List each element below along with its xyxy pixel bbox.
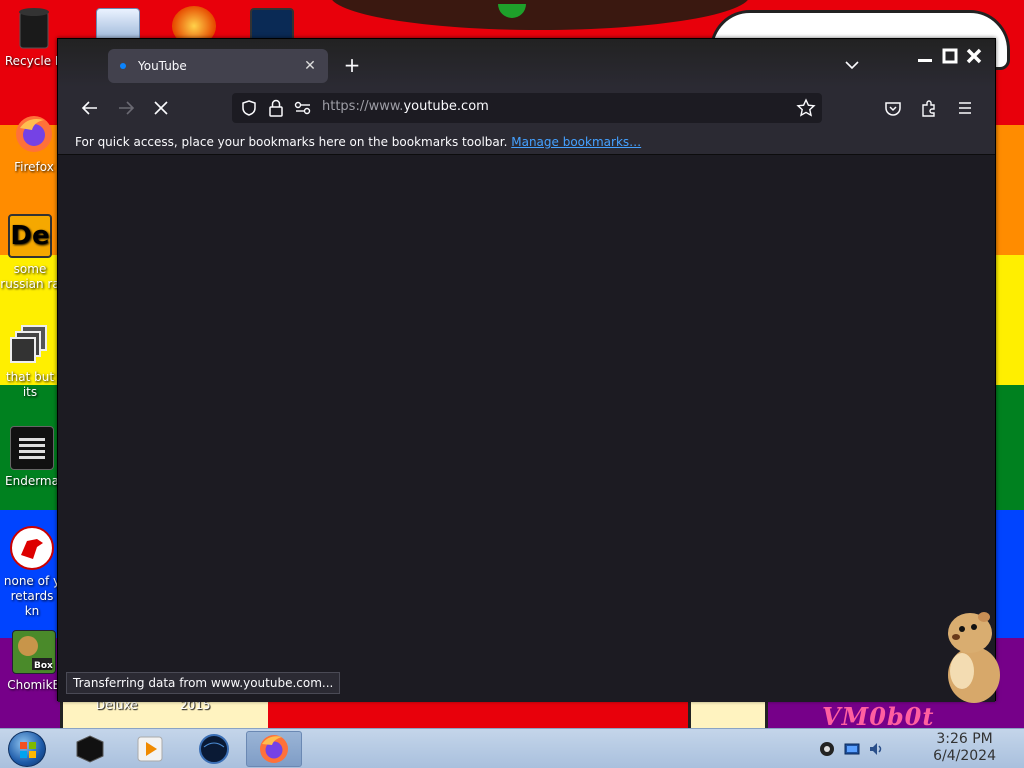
desktop-icon-label: none of y retards kn xyxy=(3,574,60,618)
browser-window: YouTube ✕ + https://www.youtube.com For … xyxy=(57,38,996,702)
extensions-button[interactable] xyxy=(915,95,943,121)
network-icon[interactable] xyxy=(844,741,860,757)
shield-icon[interactable] xyxy=(240,99,258,117)
tab-title: YouTube xyxy=(138,59,187,73)
desktop-icon-enderman[interactable]: Enderma xyxy=(2,426,62,489)
taskbar: 3:26 PM 6/4/2024 xyxy=(0,728,1024,768)
chevron-down-icon xyxy=(845,61,859,70)
star-icon[interactable] xyxy=(796,98,816,118)
manage-bookmarks-link[interactable]: Manage bookmarks… xyxy=(511,135,641,149)
permissions-icon[interactable] xyxy=(294,100,312,116)
wallpaper-shape xyxy=(688,698,768,728)
wallpaper-watermark: VM0b0t xyxy=(822,702,935,728)
desktop-icon-label: Firefox xyxy=(14,160,54,174)
url-prefix: https://www. xyxy=(322,99,404,114)
maximize-icon xyxy=(942,48,958,64)
wallpaper-shape xyxy=(60,698,270,728)
desktop-icon-label: Enderma xyxy=(5,474,59,488)
stop-loading-button[interactable] xyxy=(147,95,175,121)
text-file-icon xyxy=(10,426,54,470)
tray-app-icon[interactable] xyxy=(819,741,835,757)
arrow-right-icon xyxy=(119,101,135,115)
pocket-icon xyxy=(885,102,901,116)
hamster-mascot-image xyxy=(940,605,1006,705)
taskbar-app-firefox[interactable] xyxy=(246,731,302,767)
hamster-box-icon: Box xyxy=(12,630,56,674)
desktop-icon-chomikbox[interactable]: Box ChomikB xyxy=(4,630,64,693)
desktop-icon-firefox[interactable]: Firefox xyxy=(4,112,64,175)
taskbar-app-media-player[interactable] xyxy=(122,731,178,767)
volume-icon[interactable] xyxy=(868,741,884,757)
desktop-icon-label: ChomikB xyxy=(7,678,61,692)
app-icon: De xyxy=(8,214,52,258)
lock-icon[interactable] xyxy=(268,99,284,117)
close-icon xyxy=(966,48,982,64)
desktop-icon-russian[interactable]: De some russian ra xyxy=(0,214,60,292)
desktop-screen-icon[interactable] xyxy=(250,8,294,42)
minimize-button[interactable] xyxy=(915,47,935,65)
black-cube-icon xyxy=(76,735,104,763)
pocket-button[interactable] xyxy=(879,95,907,121)
address-bar[interactable]: https://www.youtube.com xyxy=(232,93,822,123)
taskbar-app-cube[interactable] xyxy=(62,731,118,767)
desktop-icon-label: that but its xyxy=(5,370,55,399)
back-button[interactable] xyxy=(76,95,104,121)
recycle-bin-icon xyxy=(12,6,56,50)
taskbar-app-globe[interactable] xyxy=(186,731,242,767)
title-bar[interactable]: YouTube ✕ + xyxy=(58,39,995,87)
windows-logo-icon xyxy=(20,742,36,758)
arrow-left-icon xyxy=(81,101,97,115)
firefox-icon xyxy=(12,112,56,156)
bookmarks-toolbar: For quick access, place your bookmarks h… xyxy=(58,129,995,155)
bookmarks-empty-message: For quick access, place your bookmarks h… xyxy=(75,135,508,149)
new-tab-button[interactable]: + xyxy=(340,53,364,77)
start-button[interactable] xyxy=(8,731,46,767)
firefox-icon xyxy=(260,735,288,763)
clock-time: 3:26 PM xyxy=(936,731,993,747)
minimize-icon xyxy=(918,59,932,62)
loading-favicon-icon xyxy=(120,63,126,69)
puzzle-icon xyxy=(922,100,935,117)
page-content[interactable]: Transferring data from www.youtube.com..… xyxy=(58,156,995,702)
desktop-icon-label: Recycle B xyxy=(4,54,64,68)
desktop-icon-shortcut[interactable]: that but its xyxy=(0,322,60,400)
tab-youtube[interactable]: YouTube ✕ xyxy=(108,49,328,83)
hamburger-menu-icon xyxy=(959,102,971,114)
close-icon xyxy=(154,101,168,115)
windows-stack-icon xyxy=(8,322,52,366)
url-host: youtube.com xyxy=(403,99,489,114)
desktop-icon-none[interactable]: none of y retards kn xyxy=(2,526,62,619)
wallpaper-shape xyxy=(268,698,688,728)
desktop-icon-label: some russian ra xyxy=(0,262,60,291)
svg-text:Box: Box xyxy=(34,661,53,671)
media-player-icon xyxy=(137,736,163,762)
desktop-icon-recycle-bin[interactable]: Recycle B xyxy=(4,6,64,69)
dinosaur-icon xyxy=(10,526,54,570)
dark-globe-icon xyxy=(199,734,229,764)
forward-button[interactable] xyxy=(112,95,140,121)
url-text[interactable]: https://www.youtube.com xyxy=(322,99,489,114)
tab-close-icon[interactable]: ✕ xyxy=(302,58,318,74)
clock-date: 6/4/2024 xyxy=(933,748,996,764)
close-window-button[interactable] xyxy=(964,47,984,65)
desktop-folder-icon[interactable] xyxy=(96,8,140,42)
maximize-button[interactable] xyxy=(940,47,960,65)
status-panel: Transferring data from www.youtube.com..… xyxy=(66,672,341,694)
app-menu-button[interactable] xyxy=(951,95,979,121)
system-clock[interactable]: 3:26 PM 6/4/2024 xyxy=(933,731,996,765)
list-all-tabs-button[interactable] xyxy=(842,55,862,75)
navigation-toolbar: https://www.youtube.com xyxy=(58,87,995,129)
